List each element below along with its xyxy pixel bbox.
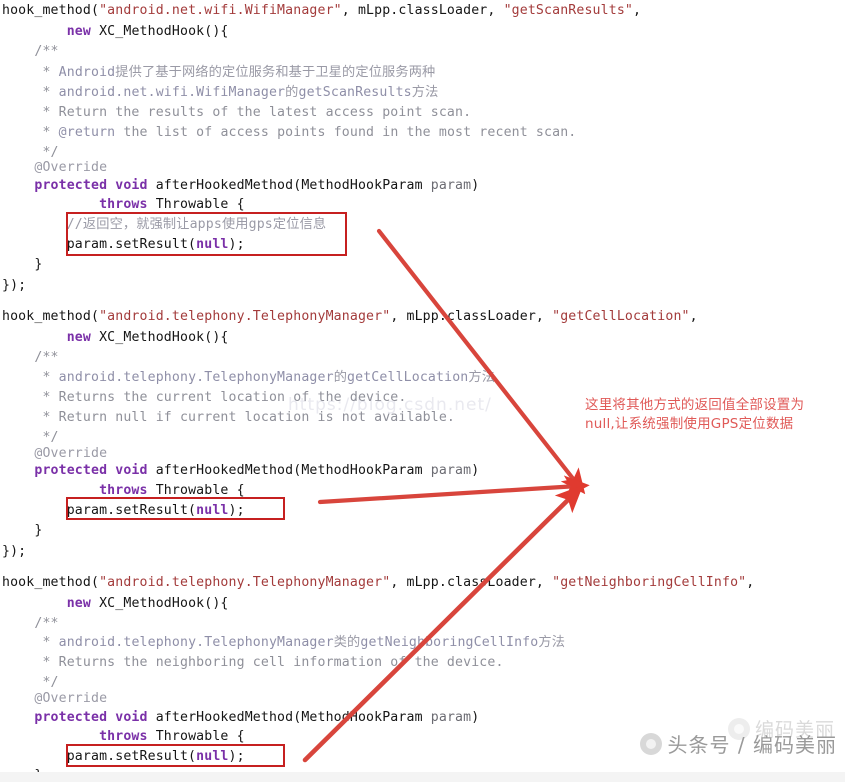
code-line: * Return null if current location is not…	[2, 410, 456, 425]
code-line: */	[2, 675, 59, 690]
code-line: new XC_MethodHook(){	[66, 24, 229, 39]
code-line: @Override	[2, 691, 108, 706]
code-line: });	[2, 544, 27, 559]
brand-label: 头条号 / 编码美丽	[667, 733, 837, 757]
code-line: hook_method("android.telephony.Telephony…	[2, 309, 698, 324]
annotation-line-2: null,让系统强制使用GPS定位数据	[585, 416, 794, 432]
code-line: param.setResult(null);	[2, 237, 245, 252]
bottom-strip	[0, 772, 845, 782]
code-line: /**	[2, 616, 59, 631]
code-line: * Android提供了基于网络的定位服务和基于卫星的定位服务两种	[2, 65, 436, 80]
annotation-text: 这里将其他方式的返回值全部设置为 null,让系统强制使用GPS定位数据	[585, 396, 843, 434]
code-line: @Override	[2, 446, 108, 461]
annotation-line-1: 这里将其他方式的返回值全部设置为	[585, 397, 805, 413]
code-screenshot: https://blog.csdn.net/ hook_method("andr…	[0, 0, 845, 782]
code-line: param.setResult(null);	[2, 503, 245, 518]
code-line: throws Throwable {	[99, 197, 245, 212]
code-line: hook_method("android.telephony.Telephony…	[2, 575, 755, 590]
code-line: }	[2, 523, 43, 538]
code-line: new XC_MethodHook(){	[66, 596, 229, 611]
code-line: throws Throwable {	[99, 483, 245, 498]
code-line: * Return the results of the latest acces…	[2, 105, 472, 120]
code-line: new XC_MethodHook(){	[66, 330, 229, 345]
code-line: * @return the list of access points foun…	[2, 125, 577, 140]
code-line: });	[2, 278, 27, 293]
code-line: protected void afterHookedMethod(MethodH…	[34, 178, 480, 193]
code-line: * Returns the neighboring cell informati…	[2, 655, 504, 670]
brand-watermark: 头条号 / 编码美丽	[639, 729, 837, 758]
code-line: */	[2, 145, 59, 160]
code-line: /**	[2, 350, 59, 365]
code-line: /**	[2, 44, 59, 59]
code-line: }	[2, 257, 43, 272]
code-line: hook_method("android.net.wifi.WifiManage…	[2, 3, 642, 18]
brand-logo-icon	[639, 732, 662, 755]
code-line: @Override	[2, 160, 108, 175]
code-line: * android.telephony.TelephonyManager的get…	[2, 370, 496, 385]
code-line: protected void afterHookedMethod(MethodH…	[34, 463, 480, 478]
code-line: param.setResult(null);	[2, 749, 245, 764]
code-area: hook_method("android.net.wifi.WifiManage…	[0, 0, 845, 782]
code-line: throws Throwable {	[99, 729, 245, 744]
code-line: //返回空，就强制让apps使用gps定位信息	[2, 217, 327, 232]
code-line: protected void afterHookedMethod(MethodH…	[34, 710, 480, 725]
code-line: * android.net.wifi.WifiManager的getScanRe…	[2, 85, 439, 100]
code-line: */	[2, 430, 59, 445]
code-line: * Returns the current location of the de…	[2, 390, 407, 405]
code-line: * android.telephony.TelephonyManager类的ge…	[2, 635, 566, 650]
